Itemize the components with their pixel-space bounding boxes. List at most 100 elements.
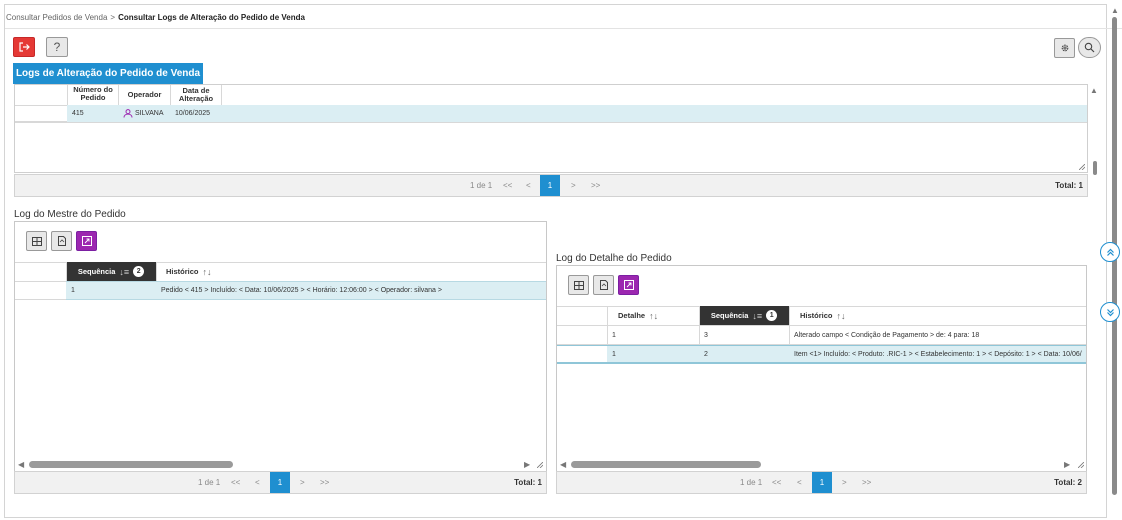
detalhe-pager: 1 de 1 << < 1 > >> Total: 2: [556, 471, 1087, 494]
first-page-button[interactable]: <<: [772, 472, 781, 493]
grid-icon: [31, 236, 42, 246]
next-page-button[interactable]: >: [842, 472, 847, 493]
search-icon: [1084, 42, 1095, 53]
mestre-section-title: Log do Mestre do Pedido: [14, 209, 126, 220]
current-page-button[interactable]: 1: [812, 472, 832, 493]
user-icon: [123, 109, 133, 118]
scroll-top-button[interactable]: [1100, 242, 1120, 262]
sort-icon: ↑↓: [202, 266, 212, 277]
expand-icon: [81, 236, 92, 246]
breadcrumb-parent[interactable]: Consultar Pedidos de Venda: [6, 13, 107, 22]
chevrons-up-icon: [1106, 248, 1114, 256]
mestre-export-button[interactable]: [51, 231, 72, 251]
column-header-operador[interactable]: Operador: [119, 85, 170, 105]
prev-page-button[interactable]: <: [797, 472, 802, 493]
total-count: Total: 1: [514, 478, 542, 487]
detalhe-expand-button[interactable]: [618, 275, 639, 295]
scroll-bottom-button[interactable]: [1100, 302, 1120, 322]
cell-operador: SILVANA: [119, 105, 170, 122]
breadcrumb: Consultar Pedidos de Venda > Consultar Log…: [6, 13, 305, 22]
last-page-button[interactable]: >>: [320, 472, 329, 493]
breadcrumb-current: Consultar Logs de Alteração do Pedido de…: [118, 13, 305, 22]
resize-handle-icon[interactable]: [1078, 462, 1084, 468]
header-divider: [5, 28, 1122, 29]
detalhe-columns-button[interactable]: [568, 275, 589, 295]
detalhe-column-sequencia[interactable]: Sequência ↓≡ 1: [699, 306, 789, 325]
mestre-horizontal-scrollbar[interactable]: [29, 461, 233, 468]
cell-data: 10/06/2025: [175, 110, 211, 117]
sequencia-label: Sequência: [710, 311, 749, 320]
sort-order-badge: 2: [133, 266, 145, 277]
last-page-button[interactable]: >>: [591, 175, 600, 196]
total-count: Total: 2: [1054, 478, 1082, 487]
cell-sequencia: 2: [704, 351, 708, 358]
scroll-left-icon[interactable]: ◀: [18, 460, 24, 469]
row-selector[interactable]: [557, 345, 607, 364]
row-selector[interactable]: [15, 281, 66, 300]
resize-handle-icon[interactable]: [537, 462, 543, 468]
column-header-data[interactable]: Data de Alteração: [171, 85, 221, 105]
detalhe-export-button[interactable]: [593, 275, 614, 295]
scroll-left-icon[interactable]: ◀: [560, 460, 566, 469]
mestre-expand-button[interactable]: [76, 231, 97, 251]
page-info: 1 de 1: [198, 478, 221, 487]
cell-historico: Alterado campo < Condição de Pagamento >…: [794, 331, 980, 339]
current-page-button[interactable]: 1: [540, 175, 560, 196]
page-scroll-up-icon[interactable]: ▲: [1111, 6, 1119, 15]
detalhe-horizontal-scrollbar[interactable]: [571, 461, 761, 468]
next-page-button[interactable]: >: [571, 175, 576, 196]
detalhe-label: Detalhe: [618, 310, 646, 320]
prev-page-button[interactable]: <: [526, 175, 531, 196]
settings-button[interactable]: [1054, 38, 1075, 58]
mestre-columns-button[interactable]: [26, 231, 47, 251]
cell-sequencia: 3: [704, 331, 708, 339]
current-page-button[interactable]: 1: [270, 472, 290, 493]
cell-historico: Item <1> Incluído: < Produto: .RIC-1 > <…: [794, 351, 1082, 358]
search-button[interactable]: [1078, 37, 1101, 58]
mestre-pager: 1 de 1 << < 1 > >> Total: 1: [14, 471, 547, 494]
detalhe-section-title: Log do Detalhe do Pedido: [556, 253, 672, 264]
historico-label: Histórico: [800, 310, 833, 320]
last-page-button[interactable]: >>: [862, 472, 871, 493]
main-pager: 1 de 1 << < 1 > >> Total: 1: [14, 174, 1088, 197]
first-page-button[interactable]: <<: [503, 175, 512, 196]
chevrons-down-icon: [1106, 308, 1114, 316]
cell-detalhe: 1: [612, 331, 616, 339]
page-info: 1 de 1: [470, 181, 493, 190]
cell-numero: 415: [72, 110, 84, 117]
detalhe-panel: [556, 265, 1087, 493]
page-title: Logs de Alteração do Pedido de Venda: [13, 63, 203, 84]
prev-page-button[interactable]: <: [255, 472, 260, 493]
first-page-button[interactable]: <<: [231, 472, 240, 493]
historico-label: Histórico: [166, 266, 199, 276]
sequencia-label: Sequência: [77, 267, 116, 276]
cell-historico: Pedido < 415 > Incluído: < Data: 10/06/2…: [161, 287, 442, 294]
grid-scroll-up-icon[interactable]: ▲: [1090, 86, 1098, 95]
scroll-right-icon[interactable]: ▶: [1064, 460, 1070, 469]
help-button[interactable]: ?: [46, 37, 68, 57]
sort-icon: ↑↓: [836, 310, 846, 321]
mestre-column-historico[interactable]: Histórico ↑↓: [166, 262, 212, 281]
cell-detalhe: 1: [612, 351, 616, 358]
total-count: Total: 1: [1055, 181, 1083, 190]
expand-icon: [623, 280, 634, 290]
sort-icon: ↑↓: [649, 310, 659, 321]
row-selector[interactable]: [15, 105, 67, 122]
scroll-right-icon[interactable]: ▶: [524, 460, 530, 469]
page-info: 1 de 1: [740, 478, 763, 487]
exit-icon: [18, 42, 30, 52]
next-page-button[interactable]: >: [300, 472, 305, 493]
resize-handle-icon[interactable]: [1079, 164, 1085, 170]
mestre-column-sequencia[interactable]: Sequência ↓≡ 2: [66, 262, 156, 281]
detalhe-column-historico[interactable]: Histórico ↑↓: [800, 306, 846, 325]
grid-icon: [573, 280, 584, 290]
exit-button[interactable]: [13, 37, 35, 57]
detalhe-column-detalhe[interactable]: Detalhe ↑↓: [618, 306, 658, 325]
breadcrumb-separator: >: [110, 13, 116, 22]
main-grid: Número do Pedido Operador Data de Altera…: [14, 84, 1088, 173]
operador-name: SILVANA: [135, 110, 164, 117]
column-header-numero[interactable]: Número do Pedido: [68, 85, 118, 106]
cell-sequencia: 1: [71, 287, 75, 294]
grid-scrollbar[interactable]: [1093, 161, 1097, 175]
export-icon: [599, 280, 608, 290]
